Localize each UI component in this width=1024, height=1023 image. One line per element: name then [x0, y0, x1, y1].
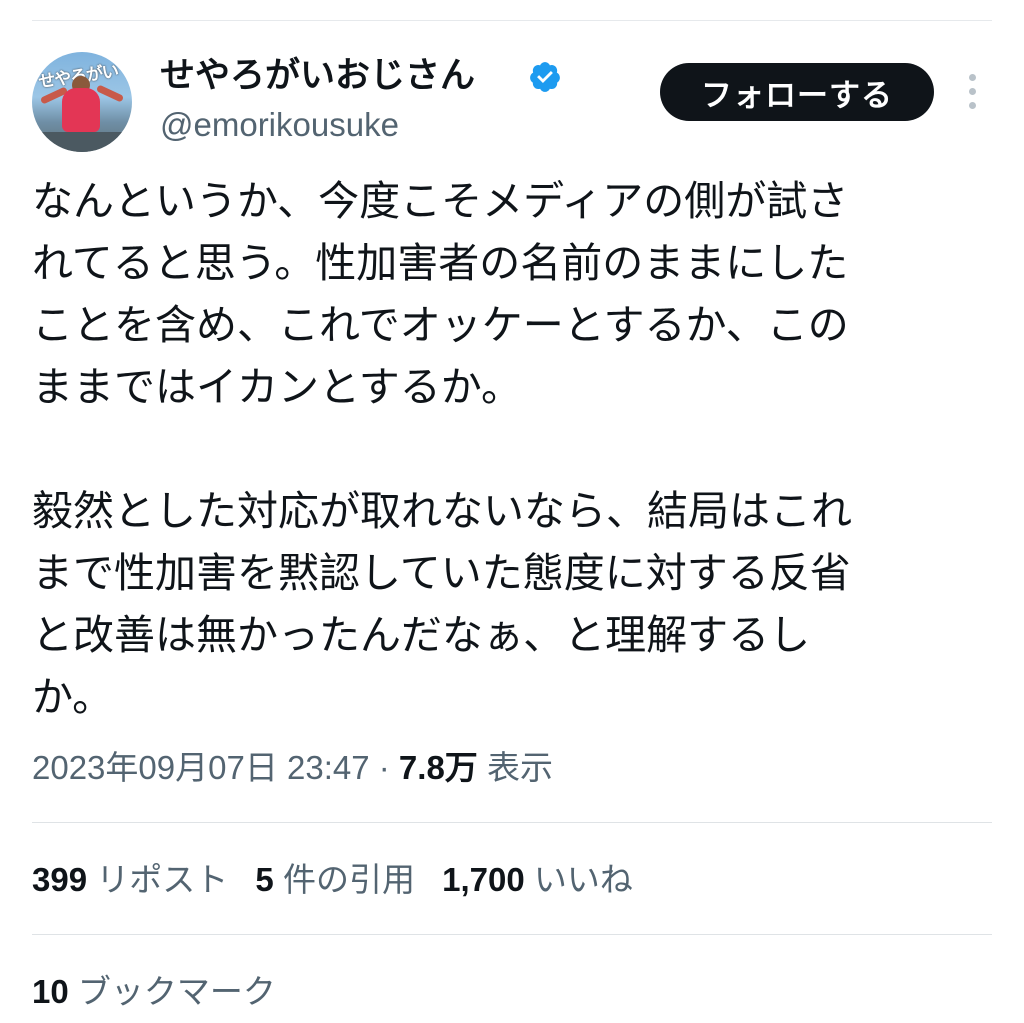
top-divider	[32, 20, 992, 21]
tweet-text: なんというか、今度こそメディアの側が試さ れてると思う。性加害者の名前のままにし…	[32, 177, 852, 721]
divider	[32, 934, 992, 935]
likes-label: いいね	[533, 861, 633, 898]
verified-badge-icon[interactable]	[528, 60, 562, 94]
more-options-icon[interactable]	[964, 74, 980, 114]
bookmarks-label: ブックマーク	[77, 973, 276, 1010]
quotes-stat[interactable]: 5 件の引用	[255, 861, 415, 898]
views-count: 7.8万	[398, 749, 478, 786]
likes-stat[interactable]: 1,700 いいね	[442, 861, 633, 898]
views-label: 表示	[486, 749, 553, 786]
avatar[interactable]: せやろがい	[32, 52, 132, 152]
reposts-count: 399	[32, 861, 88, 898]
reposts-label: リポスト	[96, 861, 229, 898]
likes-count: 1,700	[442, 861, 525, 898]
tweet-timestamp[interactable]: 2023年09月07日 23:47	[32, 749, 370, 786]
quotes-label: 件の引用	[282, 861, 415, 898]
meta-separator: ·	[378, 749, 390, 786]
author-display-name[interactable]: せやろがいおじさん	[160, 54, 475, 98]
author-handle[interactable]: @emorikousuke	[160, 104, 399, 146]
divider	[32, 822, 992, 823]
quotes-count: 5	[255, 861, 274, 898]
tweet-meta: 2023年09月07日 23:47 · 7.8万 表示	[32, 742, 553, 794]
bookmarks-stat[interactable]: 10 ブックマーク	[32, 966, 276, 1018]
follow-button[interactable]: フォローする	[660, 63, 934, 121]
reposts-stat[interactable]: 399 リポスト	[32, 861, 228, 898]
engagement-stats: 399 リポスト 5 件の引用 1,700 いいね	[32, 854, 651, 906]
bookmarks-count: 10	[32, 973, 69, 1010]
